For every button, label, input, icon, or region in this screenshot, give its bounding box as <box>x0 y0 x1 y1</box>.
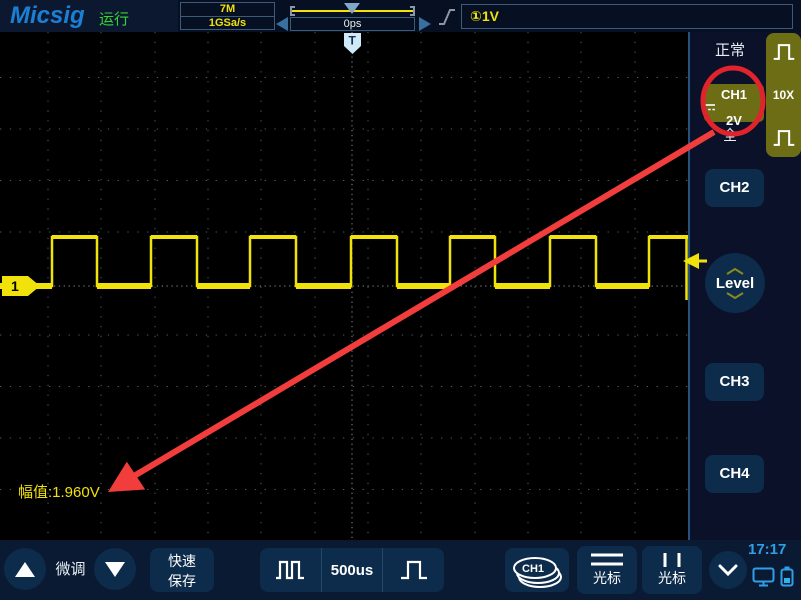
timebase-zoom-in-button[interactable] <box>382 548 444 592</box>
fine-adjust-up-button[interactable] <box>4 548 46 590</box>
level-label: Level <box>715 274 755 292</box>
top-status-bar: Micsig 运行 7M 1GSa/s 0ps ①1V <box>0 0 801 32</box>
channel-selector-button[interactable]: CH1 <box>505 548 569 592</box>
svg-text:T: T <box>349 34 357 48</box>
triangle-down-icon <box>105 561 125 577</box>
full-bandwidth-label: 全 <box>723 127 737 143</box>
vertical-cursors-icon <box>663 553 681 567</box>
scale-up-waveform-icon[interactable] <box>772 41 796 63</box>
pan-right-icon[interactable] <box>419 17 431 31</box>
chevron-down-icon <box>718 564 738 576</box>
triangle-up-icon <box>15 561 35 577</box>
system-icons <box>752 566 794 587</box>
ch3-button[interactable]: CH3 <box>705 363 764 401</box>
horizontal-cursor-button[interactable]: 光标 <box>577 546 637 594</box>
quick-save-line2: 保存 <box>168 573 196 589</box>
channel1-marker[interactable]: 1 <box>2 276 40 296</box>
waveform-layer: T 1 <box>0 33 688 300</box>
chevron-down-icon <box>726 291 744 299</box>
horizontal-position-value[interactable]: 0ps <box>290 17 415 31</box>
logo-panel: Micsig 运行 <box>0 0 178 32</box>
clock: 17:17 <box>748 541 787 558</box>
timebase-value[interactable]: 500us <box>320 548 383 592</box>
timebase-zoom-out-button[interactable] <box>260 548 321 592</box>
quick-save-line1: 快速 <box>168 553 196 569</box>
probe-attenuation[interactable]: 10X <box>773 88 794 102</box>
battery-icon <box>780 566 794 587</box>
brand-logo: Micsig <box>10 2 85 29</box>
bottom-toolbar: 微调 快速 保存 500us CH1 光标 光标 17:17 <box>0 540 801 600</box>
cursor-h-label: 光标 <box>593 570 621 586</box>
bracket-right-icon <box>410 6 415 16</box>
svg-text:1: 1 <box>11 278 19 294</box>
collapse-menu-button[interactable] <box>709 551 747 589</box>
waveform-display-area[interactable]: T 1 幅值:1.960V <box>0 32 688 540</box>
ch1-label: CH1 <box>720 87 747 102</box>
svg-text:CH1: CH1 <box>522 563 544 575</box>
double-pulse-icon <box>276 560 305 580</box>
display-icon <box>752 567 775 587</box>
waveform-trace <box>0 235 688 288</box>
right-control-sidebar: 正常 CH1 2V 全 10X CH2 Level CH3 CH4 <box>688 32 801 540</box>
timebase-group: 500us <box>260 548 444 592</box>
sample-rate: 1GSa/s <box>181 16 274 29</box>
quick-save-button[interactable]: 快速 保存 <box>150 548 214 592</box>
dc-coupling-icon <box>704 104 715 111</box>
trigger-source-display[interactable]: ①1V <box>461 4 793 29</box>
run-status-label: 运行 <box>99 11 130 28</box>
pan-left-icon[interactable] <box>276 17 288 31</box>
trigger-level-button[interactable]: Level <box>705 253 765 313</box>
trigger-mode-status: 正常 <box>714 42 745 59</box>
cursor-v-label: 光标 <box>658 570 686 586</box>
trigger-slope-icon[interactable] <box>438 7 456 27</box>
ch2-button[interactable]: CH2 <box>705 169 764 207</box>
fine-adjust-label: 微调 <box>55 561 86 578</box>
ch1-scale-button[interactable]: CH1 2V <box>704 84 764 128</box>
vertical-cursor-button[interactable]: 光标 <box>642 546 702 594</box>
horizontal-position-bar[interactable] <box>290 3 415 16</box>
horizontal-cursors-icon <box>591 553 623 566</box>
trigger-position-slider[interactable] <box>344 3 360 14</box>
memory-depth: 7M <box>219 3 236 15</box>
probe-panel: 10X <box>766 33 801 157</box>
trigger-position-marker[interactable]: T <box>344 33 361 54</box>
oscilloscope-app: Micsig 运行 7M 1GSa/s 0ps ①1V T 1 幅值:1.960… <box>0 0 801 600</box>
scale-down-waveform-icon[interactable] <box>772 127 796 149</box>
fine-adjust-down-button[interactable] <box>94 548 136 590</box>
acquisition-info-box[interactable]: 7M 1GSa/s <box>180 2 275 30</box>
channel-stack-icon: CH1 <box>513 557 562 588</box>
ch4-button[interactable]: CH4 <box>705 455 764 493</box>
single-pulse-icon <box>400 560 427 580</box>
chevron-up-icon <box>726 267 744 275</box>
amplitude-measurement: 幅值:1.960V <box>18 484 100 501</box>
